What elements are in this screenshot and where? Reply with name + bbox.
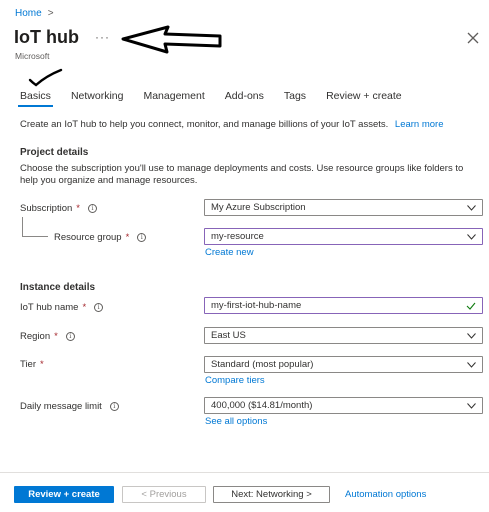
footer-divider — [0, 472, 489, 473]
daily-message-limit-select[interactable]: 400,000 ($14.81/month) — [204, 397, 483, 414]
tree-connector — [22, 217, 48, 237]
tab-networking[interactable]: Networking — [65, 90, 130, 107]
chevron-down-icon — [467, 332, 476, 339]
daily-message-limit-label: Daily message limit i — [20, 401, 119, 412]
tab-management[interactable]: Management — [137, 90, 210, 107]
breadcrumb-home-link[interactable]: Home — [15, 8, 42, 19]
previous-button[interactable]: < Previous — [122, 486, 206, 503]
resource-group-select[interactable]: my-resource — [204, 228, 483, 245]
project-details-description: Choose the subscription you'll use to ma… — [20, 163, 464, 186]
iot-hub-name-label: IoT hub name * i — [20, 302, 104, 313]
info-icon[interactable]: i — [87, 204, 97, 213]
subscription-select[interactable]: My Azure Subscription — [204, 199, 483, 216]
required-marker: * — [54, 331, 58, 342]
tier-label: Tier * — [20, 359, 44, 370]
subscription-label: Subscription * i — [20, 203, 97, 214]
required-marker: * — [125, 232, 130, 243]
iot-hub-name-label-text: IoT hub name — [20, 302, 79, 313]
resource-group-label-text: Resource group — [54, 232, 122, 243]
compare-tiers-link[interactable]: Compare tiers — [205, 375, 265, 386]
learn-more-link[interactable]: Learn more — [395, 119, 444, 130]
create-new-resource-group-link[interactable]: Create new — [205, 247, 254, 258]
page-subtitle: Microsoft — [15, 51, 50, 61]
intro-description: Create an IoT hub to help you connect, m… — [20, 119, 389, 130]
daily-message-limit-label-text: Daily message limit — [20, 401, 102, 412]
chevron-down-icon — [467, 361, 476, 368]
tab-bar: Basics Networking Management Add-ons Tag… — [14, 90, 416, 107]
region-label: Region * i — [20, 331, 75, 342]
breadcrumb: Home > — [15, 8, 54, 19]
breadcrumb-chevron-icon: > — [47, 8, 54, 19]
tier-select[interactable]: Standard (most popular) — [204, 356, 483, 373]
required-marker: * — [40, 359, 44, 370]
close-icon[interactable] — [466, 31, 480, 45]
required-marker: * — [82, 302, 87, 313]
valid-checkmark-icon — [466, 302, 476, 310]
page-title: IoT hub — [14, 27, 79, 47]
daily-message-limit-value: 400,000 ($14.81/month) — [211, 400, 313, 411]
info-icon[interactable]: i — [109, 402, 119, 411]
tier-label-text: Tier — [20, 359, 37, 370]
chevron-down-icon — [467, 204, 476, 211]
tab-add-ons[interactable]: Add-ons — [219, 90, 270, 107]
tab-tags[interactable]: Tags — [278, 90, 312, 107]
project-details-heading: Project details — [20, 147, 89, 158]
required-marker: * — [76, 203, 80, 214]
instance-details-heading: Instance details — [20, 282, 96, 293]
tab-review-create[interactable]: Review + create — [320, 90, 408, 107]
chevron-down-icon — [467, 233, 476, 240]
info-icon[interactable]: i — [137, 233, 147, 242]
region-value: East US — [211, 330, 246, 341]
info-icon[interactable]: i — [65, 332, 75, 341]
annotation-checkmark-icon — [28, 68, 63, 87]
tier-value: Standard (most popular) — [211, 359, 314, 370]
iot-hub-name-value: my-first-iot-hub-name — [211, 300, 302, 311]
region-select[interactable]: East US — [204, 327, 483, 344]
more-options-ellipsis-icon[interactable]: ··· — [95, 30, 110, 44]
resource-group-label: Resource group * i — [54, 232, 147, 243]
review-create-button[interactable]: Review + create — [14, 486, 114, 503]
iot-hub-name-input[interactable]: my-first-iot-hub-name — [204, 297, 483, 314]
next-networking-button[interactable]: Next: Networking > — [213, 486, 330, 503]
automation-options-link[interactable]: Automation options — [345, 489, 426, 500]
chevron-down-icon — [467, 402, 476, 409]
region-label-text: Region — [20, 331, 51, 342]
see-all-options-link[interactable]: See all options — [205, 416, 267, 427]
annotation-arrow-icon — [121, 25, 222, 54]
intro-text: Create an IoT hub to help you connect, m… — [20, 119, 444, 130]
resource-group-value: my-resource — [211, 231, 264, 242]
subscription-label-text: Subscription — [20, 203, 73, 214]
info-icon[interactable]: i — [94, 303, 104, 312]
tab-basics[interactable]: Basics — [14, 90, 57, 107]
subscription-value: My Azure Subscription — [211, 202, 306, 213]
